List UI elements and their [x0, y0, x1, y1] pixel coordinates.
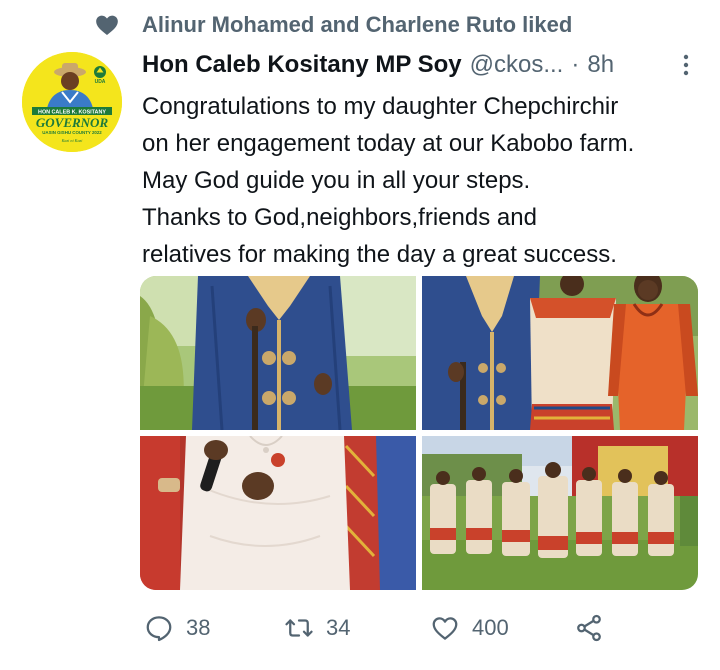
- retweet-icon: [285, 619, 313, 637]
- tweet-text-line: on her engagement today at our Kabobo fa…: [142, 130, 635, 157]
- share-button[interactable]: [574, 610, 604, 646]
- heart-outline-icon: [432, 617, 458, 640]
- avatar-party: UDA: [95, 79, 106, 85]
- like-count: 400: [472, 615, 509, 640]
- tweet-text: Congratulations to my daughter Chepchirc…: [142, 88, 712, 273]
- social-context-icon-wrap: [94, 10, 120, 40]
- photo-2[interactable]: [422, 276, 698, 430]
- heart-icon: [96, 15, 118, 35]
- media-grid: [140, 276, 698, 590]
- tweet-time[interactable]: 8h: [587, 51, 614, 79]
- like-button[interactable]: 400: [430, 610, 509, 646]
- more-options-icon[interactable]: [676, 52, 696, 78]
- separator-dot: ·: [571, 51, 580, 78]
- photo-1[interactable]: [140, 276, 416, 430]
- retweet-button[interactable]: 34: [284, 610, 350, 646]
- tweet-text-line: May God guide you in all your steps.: [142, 167, 531, 194]
- reply-count: 38: [186, 615, 211, 640]
- author-handle[interactable]: @ckos...: [470, 51, 564, 79]
- avatar-line3: UASIN GISHU COUNTY 2022: [42, 130, 102, 135]
- social-context-text[interactable]: Alinur Mohamed and Charlene Ruto liked: [142, 10, 572, 40]
- tweet-text-line: Thanks to God,neighbors,friends and: [142, 204, 537, 231]
- avatar-line2: GOVERNOR: [36, 115, 109, 130]
- tweet-text-line: relatives for making the day a great suc…: [142, 241, 617, 268]
- avatar[interactable]: HON CALEB K. KOSITANY GOVERNOR UASIN GIS…: [22, 52, 122, 152]
- tweet-text-line: Congratulations to my daughter Chepchirc…: [142, 93, 619, 120]
- share-icon: [577, 614, 601, 642]
- photo-3[interactable]: [140, 436, 416, 590]
- action-bar: 38 34 400: [140, 610, 710, 646]
- author-name[interactable]: Hon Caleb Kositany MP Soy: [142, 51, 462, 79]
- reply-icon: [146, 616, 172, 642]
- photo-4[interactable]: [422, 436, 698, 590]
- retweet-count: 34: [326, 615, 351, 640]
- reply-button[interactable]: 38: [144, 610, 210, 646]
- tweet-header: Hon Caleb Kositany MP Soy @ckos... · 8h: [142, 48, 702, 82]
- avatar-slogan: Kazi ni Kazi: [61, 138, 84, 143]
